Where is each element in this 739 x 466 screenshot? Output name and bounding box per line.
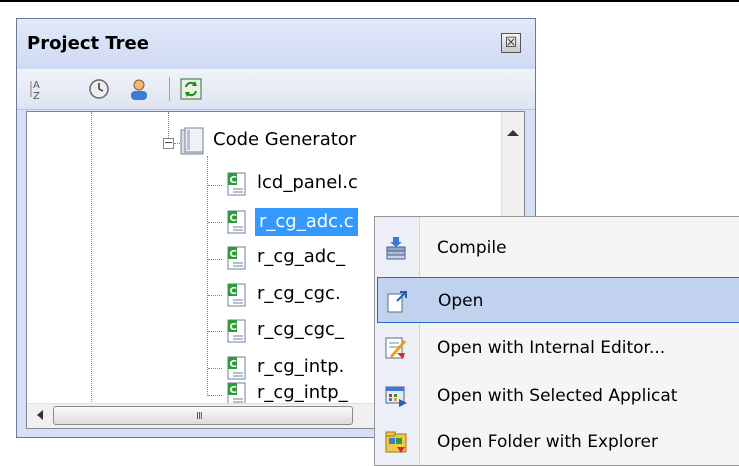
internal-editor-icon: [385, 337, 407, 359]
close-button[interactable]: ☒: [501, 33, 521, 53]
menu-item-compile[interactable]: Compile: [377, 225, 739, 271]
clock-icon[interactable]: [87, 77, 111, 101]
c-file-icon: C: [227, 319, 246, 343]
c-file-icon: C: [227, 246, 246, 270]
horizontal-scroll-thumb[interactable]: III: [53, 406, 353, 425]
svg-text:C: C: [230, 249, 237, 260]
collapse-toggle[interactable]: −: [163, 137, 174, 149]
c-file-icon: C: [227, 356, 246, 380]
file-label: r_cg_adc_: [257, 246, 346, 267]
tree-guide-line: [208, 185, 222, 186]
menu-item-label: Open: [438, 291, 484, 311]
file-label: r_cg_cgc.: [257, 283, 341, 304]
svg-text:C: C: [230, 359, 237, 370]
file-label: r_cg_cgc_: [257, 319, 344, 340]
top-border-line: [0, 0, 739, 2]
c-file-icon: C: [227, 283, 246, 307]
scroll-left-icon[interactable]: [37, 410, 43, 420]
svg-text:C: C: [230, 385, 237, 396]
menu-item-label: Open with Selected Applicat: [437, 386, 678, 406]
svg-text:C: C: [230, 175, 237, 186]
c-file-icon: C: [227, 172, 246, 196]
menu-item-label: Compile: [437, 238, 507, 258]
tree-guide-line: [207, 156, 208, 396]
toolbar-separator: [169, 77, 170, 101]
explorer-folder-icon: [385, 431, 407, 453]
sort-az-icon[interactable]: A Z: [27, 77, 51, 101]
menu-item-open-folder-explorer[interactable]: Open Folder with Explorer: [377, 419, 739, 465]
tree-guide-line: [91, 112, 92, 412]
file-label: r_cg_intp.: [257, 356, 345, 377]
refresh-icon[interactable]: [179, 77, 203, 101]
svg-text:Z: Z: [33, 91, 40, 101]
svg-text:C: C: [230, 322, 237, 333]
user-icon[interactable]: [127, 77, 151, 101]
tree-guide-line: [208, 295, 222, 296]
menu-item-label: Open Folder with Explorer: [437, 432, 658, 452]
tree-guide-line: [208, 259, 222, 260]
menu-item-label: Open with Internal Editor...: [437, 338, 666, 358]
menu-item-open[interactable]: Open: [377, 277, 739, 323]
panel-title-bar: Project Tree ☒: [17, 19, 535, 69]
menu-item-open-selected-app[interactable]: Open with Selected Applicat: [377, 373, 739, 419]
c-file-icon: C: [227, 210, 246, 234]
panel-toolbar: A Z: [17, 69, 535, 110]
svg-text:A: A: [33, 80, 40, 91]
scroll-up-icon[interactable]: [507, 130, 519, 136]
tree-guide-line: [208, 222, 222, 223]
file-label-selected: r_cg_adc.c: [255, 208, 358, 236]
panel-title: Project Tree: [27, 33, 149, 54]
selected-app-icon: [385, 386, 407, 407]
svg-text:C: C: [230, 213, 237, 224]
tree-guide-line: [208, 331, 222, 332]
tree-guide-line: [168, 112, 169, 138]
scroll-grip: III: [196, 411, 203, 422]
compile-icon: [386, 237, 406, 260]
file-label: r_cg_intp_: [257, 382, 348, 403]
svg-text:C: C: [230, 286, 237, 297]
close-icon: ☒: [504, 35, 518, 51]
file-label: lcd_panel.c: [257, 172, 358, 193]
menu-item-open-internal-editor[interactable]: Open with Internal Editor...: [377, 325, 739, 371]
tree-guide-line: [208, 368, 222, 369]
open-icon: [387, 291, 407, 313]
folder-icon: [180, 127, 204, 155]
tree-guide-line: [208, 395, 222, 396]
context-menu: Compile Open Open with Internal Editor..…: [374, 216, 739, 466]
code-generator-folder-label[interactable]: Code Generator: [213, 129, 356, 150]
